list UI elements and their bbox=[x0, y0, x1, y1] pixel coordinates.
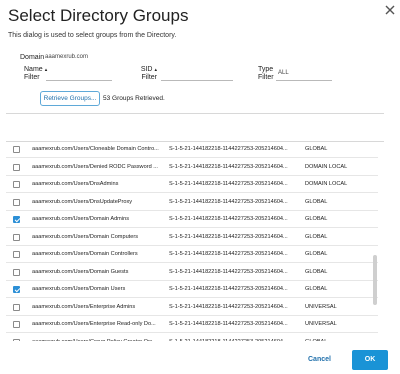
ok-button[interactable]: OK bbox=[352, 350, 388, 370]
row-checkbox[interactable] bbox=[13, 146, 20, 153]
group-sid: S-1-5-21-144182218-1144227253-205214604.… bbox=[169, 181, 288, 187]
table-row[interactable]: aaamexrub.com/Users/Enterprise Read-only… bbox=[6, 316, 378, 333]
group-name: aaamexrub.com/Users/Domain Computers bbox=[32, 233, 139, 240]
table-row[interactable]: aaamexrub.com/Users/Group Policy Creator… bbox=[6, 334, 378, 342]
sid-filter[interactable]: SID ▴ Filter bbox=[117, 66, 157, 82]
group-name: aaamexrub.com/Users/DnsUpdateProxy bbox=[32, 198, 133, 205]
group-type: DOMAIN LOCAL bbox=[305, 181, 348, 187]
table-row[interactable]: aaamexrub.com/Users/DnsUpdateProxy S-1-5-… bbox=[6, 194, 378, 211]
group-name: aaamexrub.com/Users/Enterprise Admins bbox=[32, 303, 136, 310]
group-type: GLOBAL bbox=[305, 286, 328, 292]
group-type: DOMAIN LOCAL bbox=[305, 163, 348, 170]
row-checkbox[interactable] bbox=[13, 163, 20, 171]
group-name: aaamexrub.com/Users/DnsAdmins bbox=[32, 181, 119, 187]
table-row[interactable]: aaamexrub.com/Users/Enterprise Admins S-1… bbox=[6, 299, 378, 316]
row-checkbox[interactable] bbox=[13, 268, 20, 276]
group-sid: S-1-5-21-144182218-1144227253-205214604.… bbox=[169, 216, 288, 222]
group-type: GLOBAL bbox=[305, 146, 328, 152]
table-row[interactable]: aaamexrub.com/Users/DnsAdmins S-1-5-21-14… bbox=[6, 176, 378, 193]
group-type: GLOBAL bbox=[305, 198, 328, 205]
sort-up-icon[interactable]: ▴ bbox=[154, 67, 157, 73]
row-checkbox[interactable] bbox=[13, 338, 20, 341]
group-name: aaamexrub.com/Users/Domain Guests bbox=[32, 268, 129, 275]
row-checkbox[interactable] bbox=[13, 321, 20, 328]
sid-filter-label: SID ▴ bbox=[140, 66, 157, 73]
group-name: aaamexrub.com/Users/Cloneable Domain Con… bbox=[32, 146, 159, 152]
group-sid: S-1-5-21-144182218-1144227253-205214604.… bbox=[169, 268, 288, 275]
group-type: UNIVERSAL bbox=[305, 321, 337, 327]
table-row[interactable]: aaamexrub.com/Users/Domain Users S-1-5-21… bbox=[6, 281, 378, 298]
table-row[interactable]: aaamexrub.com/Users/Domain Guests S-1-5-2… bbox=[6, 264, 378, 281]
group-type: GLOBAL bbox=[305, 268, 328, 275]
domain-label: Domain bbox=[20, 54, 45, 61]
group-type: GLOBAL bbox=[305, 339, 327, 342]
sort-up-icon[interactable]: ▴ bbox=[45, 67, 48, 73]
group-type: GLOBAL bbox=[305, 216, 328, 222]
close-icon[interactable] bbox=[384, 4, 396, 16]
table-row[interactable]: aaamexrub.com/Users/Domain Admins S-1-5-2… bbox=[6, 211, 378, 228]
type-filter[interactable]: Type Filter bbox=[258, 66, 274, 82]
group-type: UNIVERSAL bbox=[305, 303, 337, 310]
row-checkbox[interactable] bbox=[13, 198, 20, 206]
table-row[interactable]: aaamexrub.com/Users/Cloneable Domain Con… bbox=[6, 141, 378, 158]
table-row[interactable]: aaamexrub.com/Users/Domain Controllers S-… bbox=[6, 246, 378, 263]
group-type: GLOBAL bbox=[305, 251, 328, 257]
group-name: aaamexrub.com/Users/Domain Users bbox=[32, 286, 126, 292]
table-row[interactable]: aaamexrub.com/Users/Domain Computers S-1-… bbox=[6, 229, 378, 246]
group-name: aaamexrub.com/Users/Domain Admins bbox=[32, 216, 129, 222]
row-checkbox[interactable] bbox=[13, 303, 20, 311]
retrieve-status: 53 Groups Retrieved. bbox=[103, 95, 165, 102]
group-name: aaamexrub.com/Users/Domain Controllers bbox=[32, 251, 138, 257]
scrollbar-thumb[interactable] bbox=[373, 255, 377, 305]
dialog-description: This dialog is used to select groups fro… bbox=[8, 32, 177, 39]
divider bbox=[6, 113, 384, 114]
retrieve-groups-button[interactable]: Retrieve Groups... bbox=[40, 91, 100, 106]
sid-filter-input[interactable] bbox=[161, 80, 233, 81]
dialog-title: Select Directory Groups bbox=[8, 6, 189, 25]
type-filter-input[interactable] bbox=[276, 80, 332, 81]
group-name: aaamexrub.com/Users/Denied RODC Password… bbox=[32, 163, 158, 170]
name-filter-input[interactable] bbox=[46, 80, 112, 81]
name-filter-label: Name ▴ bbox=[24, 66, 48, 73]
row-checkbox[interactable] bbox=[13, 286, 20, 293]
cancel-button[interactable]: Cancel bbox=[308, 356, 331, 363]
name-filter-sublabel: Filter bbox=[24, 74, 40, 81]
group-sid: S-1-5-21-144182218-1144227253-205214604.… bbox=[169, 339, 288, 342]
group-name: aaamexrub.com/Users/Enterprise Read-only… bbox=[32, 321, 156, 327]
group-sid: S-1-5-21-144182218-1144227253-205214604.… bbox=[169, 198, 288, 205]
group-sid: S-1-5-21-144182218-1144227253-205214604.… bbox=[169, 321, 288, 327]
type-filter-value[interactable]: ALL bbox=[278, 70, 289, 76]
row-checkbox[interactable] bbox=[13, 216, 20, 223]
group-sid: S-1-5-21-144182218-1144227253-205214604.… bbox=[169, 146, 288, 152]
group-type: GLOBAL bbox=[305, 233, 328, 240]
sid-filter-sublabel: Filter bbox=[141, 74, 157, 81]
group-sid: S-1-5-21-144182218-1144227253-205214604.… bbox=[169, 233, 288, 240]
groups-list[interactable]: aaamexrub.com/Users/Cloneable Domain Con… bbox=[6, 141, 378, 341]
select-directory-groups-dialog: Select Directory Groups This dialog is u… bbox=[0, 0, 400, 374]
type-filter-label: Type bbox=[258, 66, 274, 73]
group-sid: S-1-5-21-144182218-1144227253-205214604.… bbox=[169, 286, 288, 292]
group-sid: S-1-5-21-144182218-1144227253-205214604.… bbox=[169, 251, 288, 257]
group-name: aaamexrub.com/Users/Group Policy Creator… bbox=[32, 339, 156, 342]
group-sid: S-1-5-21-144182218-1144227253-205214604.… bbox=[169, 163, 288, 170]
table-row[interactable]: aaamexrub.com/Users/Denied RODC Password… bbox=[6, 159, 378, 176]
row-checkbox[interactable] bbox=[13, 251, 20, 258]
type-filter-sublabel: Filter bbox=[258, 74, 274, 81]
row-checkbox[interactable] bbox=[13, 181, 20, 188]
domain-value: aaamexrub.com bbox=[45, 54, 89, 60]
row-checkbox[interactable] bbox=[13, 233, 20, 241]
group-sid: S-1-5-21-144182218-1144227253-205214604.… bbox=[169, 303, 288, 310]
name-filter[interactable]: Name ▴ Filter bbox=[24, 66, 47, 82]
